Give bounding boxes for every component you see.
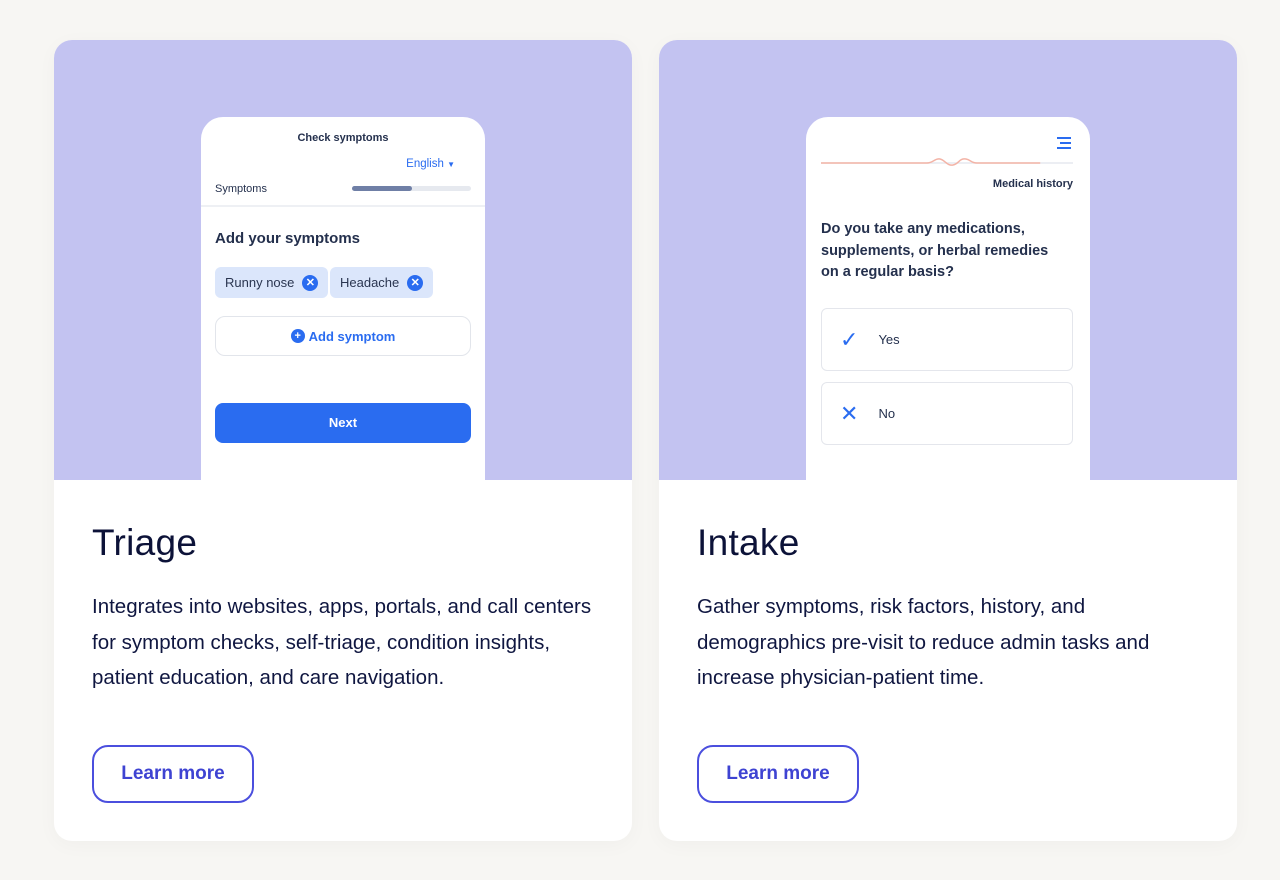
progress-bar	[352, 186, 471, 191]
progress-fill	[352, 186, 412, 191]
option-no[interactable]: ✕ No	[821, 382, 1073, 445]
intake-card: Medical history Do you take any medicati…	[659, 40, 1237, 841]
check-icon: ✓	[840, 326, 859, 352]
language-select[interactable]: English ▼	[406, 158, 455, 170]
triage-card: Check symptoms English ▼ Symptoms Add yo…	[54, 40, 632, 841]
x-icon: ✕	[840, 400, 859, 426]
symptom-chip[interactable]: Runny nose ✕	[215, 267, 329, 298]
section-label: Medical history	[992, 178, 1073, 190]
learn-more-button[interactable]: Learn more	[92, 745, 254, 803]
card-description: Gather symptoms, risk factors, history, …	[697, 595, 1150, 689]
learn-more-button[interactable]: Learn more	[697, 745, 859, 803]
question-text: Do you take any medications, supplements…	[821, 221, 1049, 280]
plus-circle-icon: +	[290, 329, 305, 343]
chip-label: Runny nose	[225, 275, 295, 290]
mockup-header: Check symptoms	[297, 132, 389, 144]
card-title: Triage	[92, 522, 198, 563]
next-button[interactable]: Next	[215, 403, 471, 443]
remove-icon[interactable]: ✕	[302, 274, 319, 291]
mockup-heading: Add your symptoms	[215, 230, 361, 247]
option-label: No	[878, 406, 896, 421]
card-title: Intake	[697, 522, 800, 563]
divider	[201, 205, 485, 207]
menu-icon[interactable]	[1057, 137, 1071, 149]
step-label: Symptoms	[215, 183, 267, 195]
card-description: Integrates into websites, apps, portals,…	[92, 595, 592, 689]
add-symptom-label: Add symptom	[308, 328, 396, 344]
chip-label: Headache	[340, 275, 400, 290]
add-symptom-button[interactable]: + Add symptom	[215, 316, 471, 356]
intake-hero: Medical history Do you take any medicati…	[659, 40, 1237, 480]
intake-phone-mockup: Medical history Do you take any medicati…	[806, 117, 1090, 480]
triage-hero: Check symptoms English ▼ Symptoms Add yo…	[54, 40, 632, 480]
progress-heartbeat-line	[821, 158, 1073, 166]
caret-down-icon: ▼	[447, 160, 455, 169]
option-label: Yes	[878, 332, 900, 347]
language-label: English	[406, 158, 444, 170]
triage-phone-mockup: Check symptoms English ▼ Symptoms Add yo…	[201, 117, 485, 480]
symptom-chip[interactable]: Headache ✕	[330, 267, 434, 298]
option-yes[interactable]: ✓ Yes	[821, 308, 1073, 371]
remove-icon[interactable]: ✕	[407, 274, 424, 291]
